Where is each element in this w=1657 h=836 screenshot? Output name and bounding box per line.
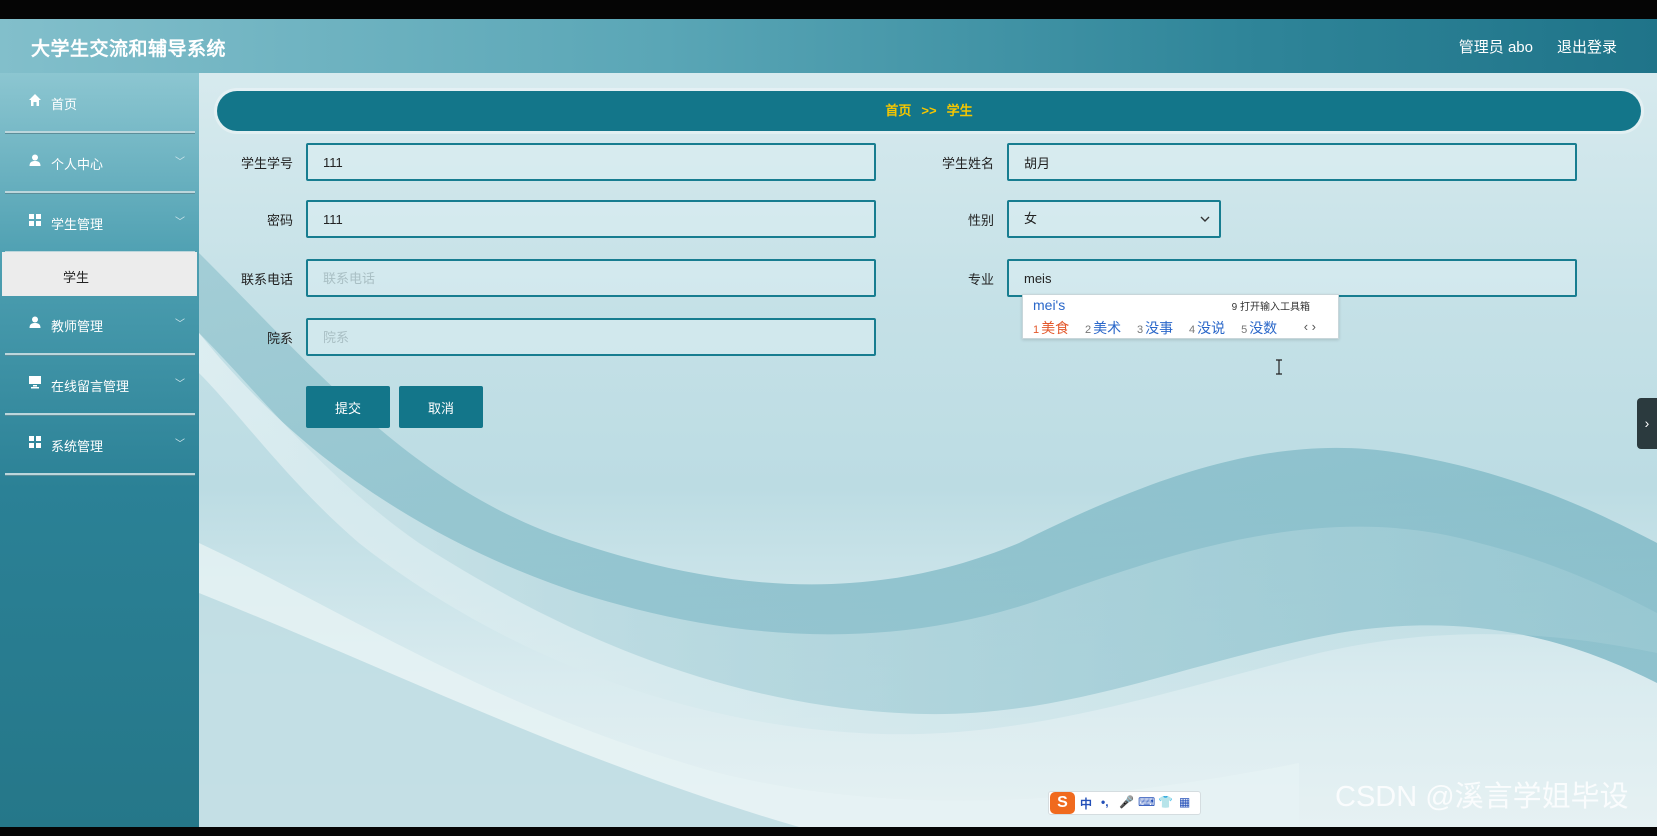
app-title: 大学生交流和辅导系统: [31, 39, 227, 60]
breadcrumb-separator: >>: [921, 103, 937, 118]
gender-select[interactable]: 女: [1007, 200, 1221, 238]
ime-candidate-list: 1 美食 2 美术 3 没事 4 没说 5 没数: [1033, 318, 1289, 338]
ime-candidate[interactable]: 2 美术: [1085, 320, 1121, 336]
breadcrumb-current: 学生: [946, 103, 973, 118]
side-panel-toggle[interactable]: ›: [1637, 398, 1657, 449]
sidebar-item-label: 教师管理: [51, 319, 104, 334]
sidebar-item-label: 系统管理: [51, 439, 104, 454]
chevron-right-icon: ›: [1644, 415, 1650, 431]
skin-icon[interactable]: 👕: [1158, 795, 1173, 809]
app-header: 大学生交流和辅导系统 管理员 abo 退出登录: [0, 19, 1657, 73]
submenu-item-label: 学生: [63, 270, 90, 285]
department-label: 院系: [266, 331, 293, 346]
chevron-down-icon: ﹀: [175, 157, 185, 168]
password-label: 密码: [266, 213, 293, 228]
apps-icon[interactable]: ▦: [1179, 795, 1190, 809]
sidebar-item-label: 首页: [51, 97, 78, 112]
student-id-label: 学生学号: [240, 156, 293, 171]
grid-icon: [29, 436, 41, 448]
grid-icon: [29, 214, 41, 226]
submit-button[interactable]: 提交: [306, 386, 390, 428]
monitor-icon: [29, 376, 41, 389]
phone-input[interactable]: [306, 259, 876, 297]
ime-candidate[interactable]: 5 没数: [1241, 320, 1277, 336]
ime-candidate[interactable]: 4 没说: [1189, 320, 1225, 336]
sidebar-item-message-management[interactable]: 在线留言管理 ﹀: [0, 355, 199, 415]
ime-toolbox-hint[interactable]: 9 打开输入工具箱: [1232, 298, 1310, 313]
sidebar-item-label: 在线留言管理: [51, 379, 130, 394]
ime-mode-toggle[interactable]: 中: [1080, 795, 1092, 812]
ime-candidate[interactable]: 1 美食: [1033, 320, 1069, 336]
chevron-down-icon: ﹀: [175, 319, 185, 330]
screen-bottom-edge: [0, 827, 1657, 836]
main-content: 首页 >> 学生 学生学号 学生姓名 密码 性别 女 联系电话 专业 院系 提交 取…: [199, 73, 1657, 827]
department-input[interactable]: [306, 318, 876, 356]
sogou-logo-icon[interactable]: S: [1050, 792, 1075, 814]
major-input[interactable]: [1007, 259, 1577, 297]
phone-label: 联系电话: [240, 272, 293, 287]
major-label: 专业: [967, 272, 994, 287]
screen-top-edge: [0, 0, 1657, 19]
cancel-button[interactable]: 取消: [399, 386, 483, 428]
breadcrumb-home[interactable]: 首页: [885, 103, 911, 118]
password-input[interactable]: [306, 200, 876, 238]
divider: [5, 473, 195, 475]
microphone-icon[interactable]: 🎤: [1119, 795, 1134, 809]
sidebar-item-student-management[interactable]: 学生管理 ﹀: [0, 193, 199, 253]
ime-composition: mei's: [1033, 297, 1066, 313]
student-name-label: 学生姓名: [941, 156, 994, 171]
chevron-down-icon: ﹀: [175, 217, 185, 228]
punctuation-icon[interactable]: •,: [1101, 795, 1109, 809]
chevron-down-icon: [1200, 216, 1210, 222]
ime-page-nav[interactable]: ‹ ›: [1304, 319, 1316, 334]
sidebar: 首页 个人中心 ﹀ 学生管理 ﹀ 学生 教师管理 ﹀ 在线留言管理 ﹀ 系统管理…: [0, 73, 199, 827]
student-name-input[interactable]: [1007, 143, 1577, 181]
student-id-input[interactable]: [306, 143, 876, 181]
chevron-down-icon: ﹀: [175, 379, 185, 390]
gender-label: 性别: [967, 213, 994, 228]
user-icon: [29, 154, 41, 166]
sidebar-item-label: 个人中心: [51, 157, 104, 172]
gender-selected-value: 女: [1024, 211, 1038, 226]
ime-candidate-popup: mei's 9 打开输入工具箱 1 美食 2 美术 3 没事 4 没说 5 没数 ‹ ›: [1022, 294, 1339, 339]
current-user-label: 管理员 abo: [1458, 39, 1533, 56]
watermark: CSDN @溪言学姐毕设: [1335, 781, 1629, 813]
logout-link[interactable]: 退出登录: [1557, 36, 1617, 57]
keyboard-icon[interactable]: ⌨: [1138, 795, 1155, 809]
ime-toolbar: S 中 •, 🎤 ⌨ 👕 ▦: [1048, 791, 1201, 815]
breadcrumb: 首页 >> 学生: [217, 91, 1641, 131]
sidebar-item-system-management[interactable]: 系统管理 ﹀: [0, 415, 199, 475]
text-cursor-icon: [1276, 359, 1282, 375]
background-silk-decoration: [199, 253, 1657, 827]
home-icon: [29, 94, 41, 106]
ime-candidate[interactable]: 3 没事: [1137, 320, 1173, 336]
sidebar-item-home[interactable]: 首页: [0, 73, 199, 133]
sidebar-item-personal-center[interactable]: 个人中心 ﹀: [0, 133, 199, 193]
sidebar-item-teacher-management[interactable]: 教师管理 ﹀: [0, 295, 199, 355]
user-icon: [29, 316, 41, 328]
submenu-item-student[interactable]: 学生: [2, 252, 197, 296]
chevron-down-icon: ﹀: [175, 439, 185, 450]
sidebar-item-label: 学生管理: [51, 217, 104, 232]
